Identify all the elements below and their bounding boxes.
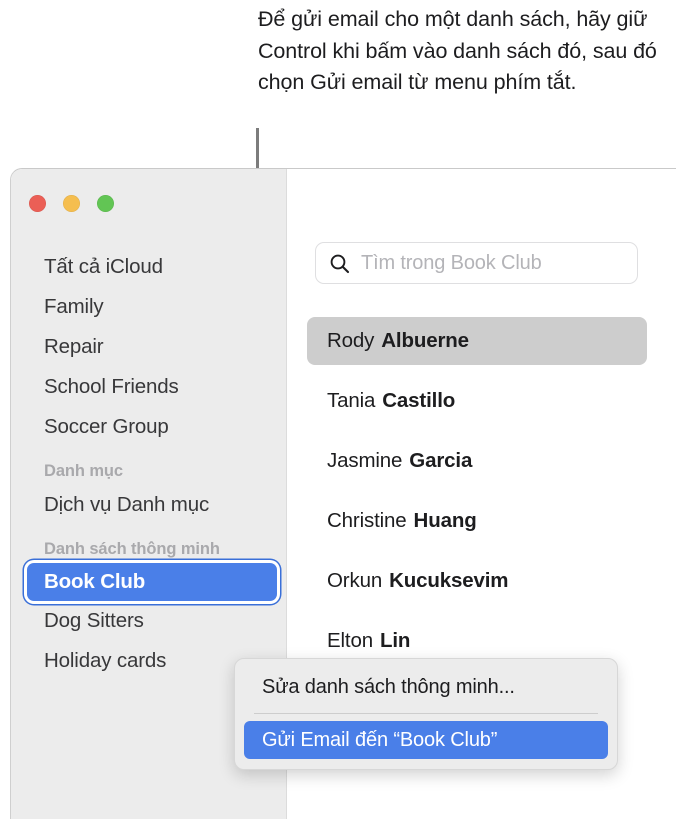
contact-first-name: Tania: [327, 389, 376, 412]
contact-first-name: Orkun: [327, 569, 383, 592]
contact-last-name: Albuerne: [381, 329, 469, 352]
sidebar-item-repair[interactable]: Repair: [11, 327, 287, 367]
sidebar-item-all-icloud[interactable]: Tất cả iCloud: [11, 247, 287, 287]
contact-last-name: Garcia: [409, 449, 473, 472]
sidebar-item-dog-sitters[interactable]: Dog Sitters: [11, 601, 287, 641]
contact-first-name: Christine: [327, 509, 407, 532]
sidebar-item-soccer-group[interactable]: Soccer Group: [11, 407, 287, 447]
menu-separator: [254, 713, 598, 714]
contact-last-name: Huang: [413, 509, 477, 532]
sidebar-item-book-club[interactable]: Book Club: [27, 563, 277, 601]
sidebar-item-family[interactable]: Family: [11, 287, 287, 327]
sidebar-list: Tất cả iCloud Family Repair School Frien…: [11, 247, 287, 681]
menu-item-send-email-to-book-club[interactable]: Gửi Email đến “Book Club”: [244, 721, 608, 759]
search-input[interactable]: Tìm trong Book Club: [361, 252, 542, 275]
sidebar-section-header-directories: Danh mục: [44, 462, 123, 480]
callout-text: Để gửi email cho một danh sách, hãy giữ …: [258, 7, 657, 94]
sidebar-section-header-smart-lists: Danh sách thông minh: [44, 540, 220, 558]
contact-row-huang[interactable]: Christine Huang: [307, 497, 647, 545]
search-icon: [329, 253, 350, 274]
contact-first-name: Elton: [327, 629, 373, 652]
contact-last-name: Kucuksevim: [389, 569, 509, 592]
minimize-button-icon[interactable]: [63, 195, 80, 212]
menu-item-edit-smart-list[interactable]: Sửa danh sách thông minh...: [244, 668, 608, 706]
sidebar-item-directory-services[interactable]: Dịch vụ Danh mục: [11, 485, 287, 525]
search-field[interactable]: Tìm trong Book Club: [315, 242, 638, 284]
close-button-icon[interactable]: [29, 195, 46, 212]
contact-last-name: Lin: [379, 629, 411, 652]
contact-row-garcia[interactable]: Jasmine Garcia: [307, 437, 647, 485]
contact-first-name: Jasmine: [327, 449, 403, 472]
contact-row-albuerne[interactable]: Rody Albuerne: [307, 317, 647, 365]
context-menu: Sửa danh sách thông minh... Gửi Email đế…: [234, 658, 618, 770]
maximize-button-icon[interactable]: [97, 195, 114, 212]
contact-last-name: Castillo: [382, 389, 456, 412]
contact-first-name: Rody: [327, 329, 375, 352]
contact-row-castillo[interactable]: Tania Castillo: [307, 377, 647, 425]
sidebar-item-school-friends[interactable]: School Friends: [11, 367, 287, 407]
contact-row-kucuksevim[interactable]: Orkun Kucuksevim: [307, 557, 647, 605]
window-controls: [29, 195, 114, 212]
contact-list: Rody Albuerne Tania Castillo Jasmine Gar…: [307, 317, 647, 677]
